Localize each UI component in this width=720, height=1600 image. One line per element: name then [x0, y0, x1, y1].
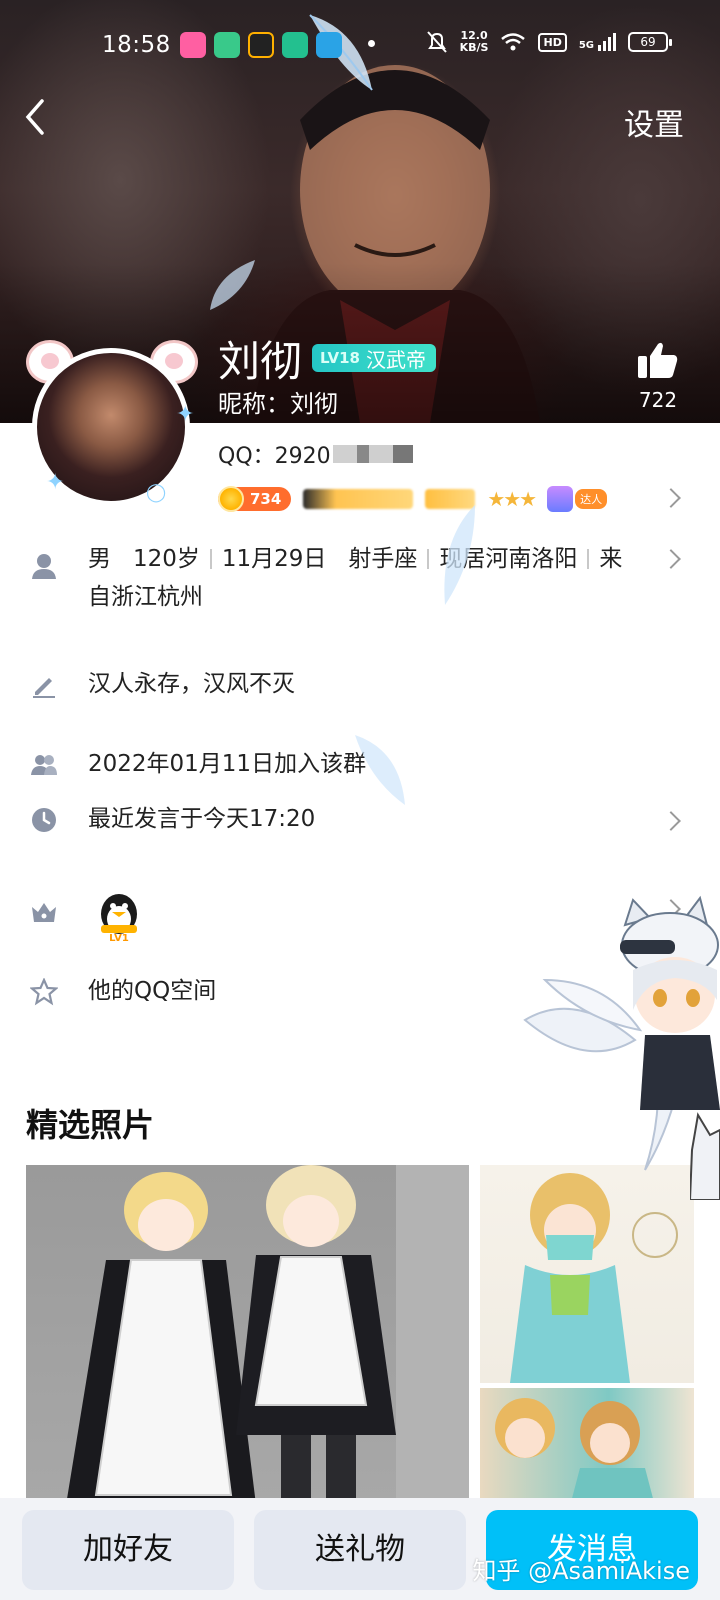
watermark: 知乎 @AsamiAkise	[472, 1557, 690, 1585]
app-icon-1	[180, 32, 206, 58]
qq-number[interactable]: QQ：2920	[218, 438, 413, 470]
basic-info-row[interactable]: 男 120岁 11月29日 射手座 现居河南洛阳来 自浙江杭州	[0, 540, 720, 620]
add-friend-button[interactable]: 加好友	[22, 1510, 234, 1590]
battery-icon: 69	[628, 32, 672, 52]
person-icon	[32, 554, 56, 579]
feather-decoration-icon	[210, 260, 255, 310]
status-indicators: 12.0 KB/S HD 5G 69	[426, 30, 672, 54]
phone-icon	[547, 486, 574, 512]
zodiac: 射手座	[348, 546, 418, 572]
last-active-text: 最近发言于今天17:20	[88, 806, 316, 832]
sparkle-icon: ✦	[46, 470, 65, 495]
send-gift-button[interactable]: 送礼物	[254, 1510, 466, 1590]
star-icon	[30, 978, 58, 1006]
net-speed-unit: KB/S	[459, 41, 489, 54]
profile-name: 刘彻	[218, 337, 303, 386]
mute-bell-icon	[426, 31, 447, 53]
level-tag: LV18	[320, 349, 360, 367]
signal-label: 5G	[578, 40, 594, 51]
join-date-text: 2022年01月11日加入该群	[88, 751, 367, 777]
expert-label: 达人	[575, 489, 608, 509]
age: 120岁	[132, 546, 200, 572]
crown-icon	[32, 903, 56, 922]
sparkle-icon: ✦	[176, 402, 195, 427]
signature-row[interactable]: 汉人永存，汉风不灭	[0, 665, 720, 709]
wifi-icon	[501, 33, 526, 51]
coin-count: 734	[250, 490, 282, 508]
app-icon-2	[214, 32, 240, 58]
net-speed: 12.0 KB/S	[460, 30, 489, 54]
app-icon-3	[248, 32, 274, 58]
feather-decoration-icon	[444, 505, 475, 605]
birthday: 11月29日	[221, 546, 327, 572]
photo-maids-image	[66, 1165, 469, 1505]
telegram-icon	[316, 32, 342, 58]
thumbs-up-icon	[638, 342, 678, 378]
featured-photos-title: 精选照片	[26, 1106, 155, 1144]
basic-info-text: 男 120岁 11月29日 射手座 现居河南洛阳来 自浙江杭州	[88, 540, 668, 616]
photo-link-sketches-image	[495, 1398, 655, 1506]
hometown-part1: 来	[599, 546, 623, 572]
sparkle-icon: ◯	[146, 482, 167, 503]
feather-decoration-icon	[355, 735, 405, 805]
featured-photo-1[interactable]	[26, 1165, 469, 1505]
qq-number-mosaic	[332, 445, 413, 463]
cat-pet-decoration-icon	[690, 1112, 720, 1200]
gender: 男	[88, 546, 111, 572]
coin-badge: 734	[218, 486, 292, 512]
hd-badge: HD	[538, 32, 567, 52]
signal-icon: 5G	[579, 33, 616, 51]
status-bar: 18:58 12.0 KB/S HD 5G 69	[0, 22, 720, 70]
nickname: 昵称：刘彻	[218, 390, 338, 418]
clock-icon	[32, 808, 56, 832]
like-count: 722	[638, 388, 678, 412]
group-icon	[31, 755, 57, 775]
expert-badge: 达人	[547, 486, 608, 512]
status-time: 18:58	[102, 32, 171, 58]
chevron-left-icon	[25, 99, 44, 135]
blurred-badge	[303, 489, 414, 509]
chevron-right-icon	[661, 811, 681, 831]
settings-button[interactable]: 设置	[624, 100, 684, 144]
coin-icon	[218, 486, 244, 512]
avatar[interactable]: ✦ ✦ ◯	[26, 340, 198, 510]
featured-photo-3[interactable]	[480, 1388, 694, 1506]
notification-app-icons	[180, 32, 342, 58]
like-button[interactable]: 722	[634, 340, 682, 412]
app-icon-4	[282, 32, 308, 58]
svg-text:LV1: LV1	[109, 933, 129, 944]
level-title-badge: LV18 汉武帝	[312, 344, 436, 372]
hometown-part2: 自浙江杭州	[88, 584, 203, 610]
back-button[interactable]	[16, 95, 56, 139]
qq-number-label: QQ：2920	[218, 444, 331, 469]
qzone-text: 他的QQ空间	[88, 978, 217, 1004]
qq-level-penguin-icon: LV1	[101, 894, 137, 944]
title-tag: 汉武帝	[365, 347, 426, 372]
status-dot	[368, 40, 375, 47]
stars-icon: ★★★	[487, 487, 537, 511]
signature-text: 汉人永存，汉风不灭	[88, 671, 295, 697]
pencil-icon	[33, 678, 55, 698]
